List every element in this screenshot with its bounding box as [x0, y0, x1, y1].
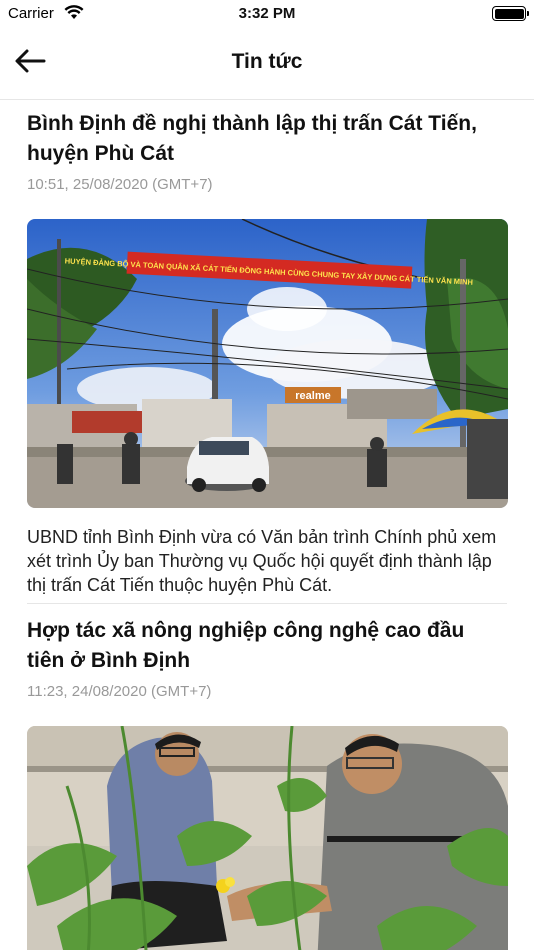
news-article[interactable]: Bình Định đề nghị thành lập thị trấn Cát… — [0, 101, 534, 604]
article-photo-farm[interactable] — [27, 726, 508, 950]
clock: 3:32 PM — [238, 5, 296, 22]
status-bar: Carrier 3:32 PM — [0, 0, 534, 30]
article-timestamp: 10:51, 25/08/2020 (GMT+7) — [27, 176, 213, 193]
article-summary: UBND tỉnh Bình Định vừa có Văn bản trình… — [27, 525, 507, 604]
article-photo-street[interactable]: HUYỆN ĐẢNG BỘ VÀ TOÀN QUÂN XÃ CÁT TIẾN Đ… — [27, 219, 508, 508]
news-article[interactable]: Hợp tác xã nông nghiệp công nghệ cao đầu… — [0, 616, 534, 950]
article-title[interactable]: Hợp tác xã nông nghiệp công nghệ cao đầu… — [27, 616, 507, 676]
news-feed[interactable]: Bình Định đề nghị thành lập thị trấn Cát… — [0, 101, 534, 950]
page-title: Tin tức — [231, 50, 303, 73]
shop-sign-text: realme — [295, 390, 330, 402]
article-title[interactable]: Bình Định đề nghị thành lập thị trấn Cát… — [27, 101, 507, 169]
battery-icon — [492, 6, 529, 21]
navigation-bar: Tin tức — [0, 30, 534, 100]
article-timestamp: 11:23, 24/08/2020 (GMT+7) — [27, 683, 212, 700]
